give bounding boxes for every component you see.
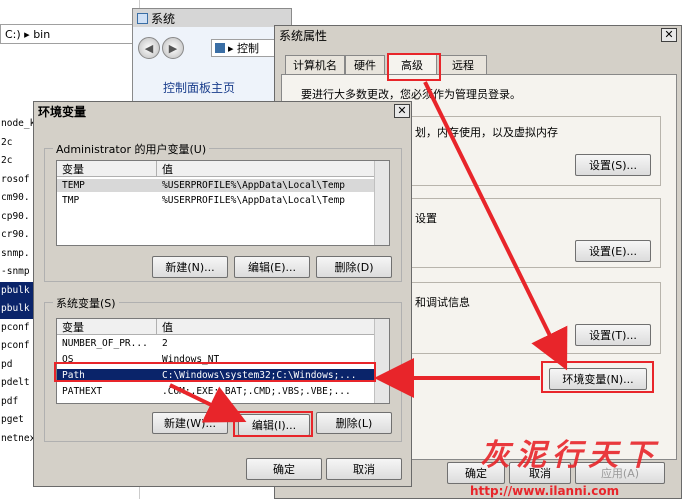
arrow-path-to-edit: [169, 383, 247, 423]
watermark-brand: 灰泥行天下: [480, 438, 660, 473]
arrow-tab-to-env: [423, 81, 568, 371]
annotation-arrows: [169, 81, 568, 423]
watermark-url: http://www.ilanni.com: [470, 484, 620, 498]
